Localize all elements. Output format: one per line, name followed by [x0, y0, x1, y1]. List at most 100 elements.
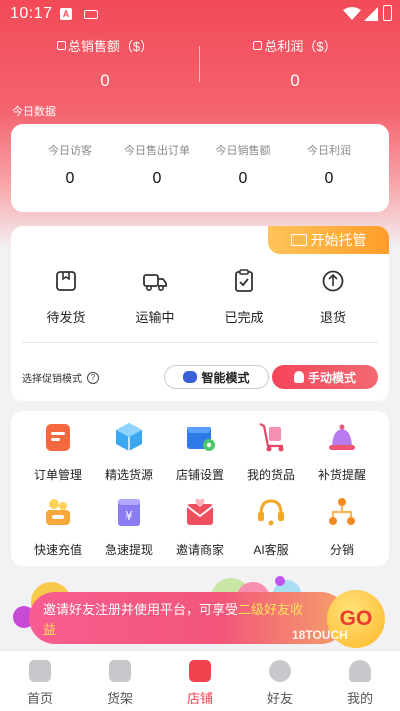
- status-transit-label: 运输中: [135, 310, 175, 325]
- smart-mode-button[interactable]: 智能模式: [164, 365, 269, 389]
- bell-icon: [329, 424, 355, 450]
- order-manage-icon: [46, 424, 70, 451]
- today-profit-value: 0: [324, 170, 334, 187]
- feature-selected-sources-label: 精选货源: [104, 468, 153, 482]
- help-icon[interactable]: ?: [87, 371, 99, 384]
- headset-icon: [258, 499, 284, 526]
- feature-my-goods[interactable]: 我的货品: [236, 421, 306, 483]
- svg-text:¥: ¥: [125, 509, 133, 523]
- today-orders-value: 0: [152, 170, 162, 187]
- start-hosting-button[interactable]: 开始托管: [268, 226, 389, 254]
- feature-fast-withdraw[interactable]: ¥ 急速提现: [94, 496, 164, 558]
- home-icon: [29, 660, 51, 682]
- notification-icon: A: [60, 8, 72, 20]
- today-orders: 今日售出订单 0: [117, 142, 197, 188]
- feature-quick-recharge[interactable]: 快速充值: [23, 496, 93, 558]
- total-profit-label: 总利润（$）: [264, 39, 337, 54]
- bottom-tab-bar: 首页 货架 店铺 好友 我的: [0, 650, 400, 711]
- status-in-transit[interactable]: 运输中: [120, 268, 190, 326]
- feature-fast-withdraw-label: 急速提现: [104, 543, 153, 557]
- watermark: 18TOUCH: [292, 628, 348, 642]
- status-completed[interactable]: 已完成: [209, 268, 279, 326]
- feature-distribution-label: 分销: [329, 543, 354, 557]
- feature-restock-reminder[interactable]: 补货提醒: [307, 421, 377, 483]
- store-settings-icon: [187, 427, 215, 451]
- feature-store-settings-label: 店铺设置: [175, 468, 224, 482]
- tab-shelf-label: 货架: [106, 691, 133, 706]
- wifi-icon: [343, 7, 361, 20]
- today-orders-label: 今日售出订单: [124, 145, 190, 157]
- today-visitors: 今日访客 0: [30, 142, 110, 188]
- tab-friends[interactable]: 好友: [240, 651, 320, 711]
- tab-store-label: 店铺: [186, 691, 213, 706]
- banner-text: 邀请好友注册并使用平台，可享受二级好友收益: [43, 600, 313, 640]
- feature-invite-merchant[interactable]: 邀请商家: [165, 496, 235, 558]
- tab-shelf[interactable]: 货架: [80, 651, 160, 711]
- total-profit-value: 0: [290, 71, 300, 90]
- friends-icon: [269, 660, 291, 682]
- withdraw-icon: ¥: [118, 499, 140, 526]
- distribution-icon: [329, 498, 355, 525]
- feature-invite-merchant-label: 邀请商家: [175, 543, 224, 557]
- keyboard-icon: [84, 10, 98, 19]
- total-sales: 总销售额（$） 0: [10, 36, 200, 91]
- feature-order-management-label: 订单管理: [33, 468, 82, 482]
- manual-mode-button[interactable]: 手动模式: [272, 365, 378, 389]
- signal-icon: [364, 7, 378, 21]
- banner-decoration: [275, 576, 285, 586]
- tab-home[interactable]: 首页: [0, 651, 80, 711]
- total-sales-label: 总销售额（$）: [67, 39, 154, 54]
- start-hosting-label: 开始托管: [310, 232, 367, 248]
- smart-mode-label: 智能模式: [201, 370, 250, 385]
- chart-icon: [56, 41, 66, 50]
- today-visitors-label: 今日访客: [48, 145, 92, 157]
- cube-icon: [116, 423, 142, 451]
- order-status-card: 开始托管 待发货 运输中 已完成 退货 选择促销模式 ? 智能模式 手动模式: [11, 226, 389, 401]
- total-profit: 总利润（$） 0: [200, 36, 390, 91]
- chart-icon: [253, 41, 263, 50]
- status-pending-shipment[interactable]: 待发货: [31, 268, 101, 326]
- tab-profile[interactable]: 我的: [320, 651, 400, 711]
- battery-icon: [383, 5, 392, 21]
- status-pending-label: 待发货: [46, 310, 86, 325]
- status-returns-label: 退货: [319, 310, 346, 325]
- feature-ai-support[interactable]: AI客服: [236, 496, 306, 558]
- profile-icon: [349, 660, 371, 682]
- tab-profile-label: 我的: [346, 691, 373, 706]
- feature-order-management[interactable]: 订单管理: [23, 421, 93, 483]
- feature-selected-sources[interactable]: 精选货源: [94, 421, 164, 483]
- feature-store-settings[interactable]: 店铺设置: [165, 421, 235, 483]
- totals-section: 总销售额（$） 0 总利润（$） 0: [0, 36, 400, 92]
- tab-friends-label: 好友: [266, 691, 293, 706]
- package-icon: [56, 271, 76, 291]
- manual-mode-label: 手动模式: [307, 370, 356, 385]
- today-visitors-value: 0: [65, 170, 75, 187]
- bag-icon: [109, 660, 131, 682]
- total-sales-value: 0: [100, 71, 110, 90]
- status-returns[interactable]: 退货: [298, 268, 368, 326]
- today-sales: 今日销售额 0: [203, 142, 283, 188]
- clipboard-check-icon: [235, 269, 253, 292]
- feature-distribution[interactable]: 分销: [307, 496, 377, 558]
- return-icon: [322, 270, 344, 292]
- coin-box-icon: [46, 499, 70, 525]
- feature-quick-recharge-label: 快速充值: [33, 543, 82, 557]
- feature-grid-card: 订单管理 精选货源 店铺设置 我的货品 补货提醒 快速充值 ¥ 急速提现 邀请商…: [11, 411, 389, 566]
- status-bar: 10:17 A: [0, 0, 400, 30]
- today-stats-card: 今日访客 0 今日售出订单 0 今日销售额 0 今日利润 0: [11, 124, 389, 212]
- hosting-icon: [290, 234, 307, 246]
- cart-goods-icon: [259, 423, 284, 452]
- today-section-label: 今日数据: [12, 106, 56, 118]
- promo-mode-row: 选择促销模式 ?: [22, 370, 99, 385]
- promo-mode-label: 选择促销模式: [22, 374, 82, 385]
- banner-text-main: 邀请好友注册并使用平台，可享受: [43, 602, 239, 617]
- status-completed-label: 已完成: [224, 310, 264, 325]
- status-time: 10:17: [10, 5, 53, 22]
- feature-restock-reminder-label: 补货提醒: [317, 468, 366, 482]
- hand-pointer-icon: [293, 371, 304, 383]
- today-sales-label: 今日销售额: [215, 145, 271, 157]
- order-divider: [22, 342, 378, 343]
- tab-store[interactable]: 店铺: [160, 651, 240, 711]
- robot-icon: [183, 371, 198, 383]
- today-profit-label: 今日利润: [307, 145, 351, 157]
